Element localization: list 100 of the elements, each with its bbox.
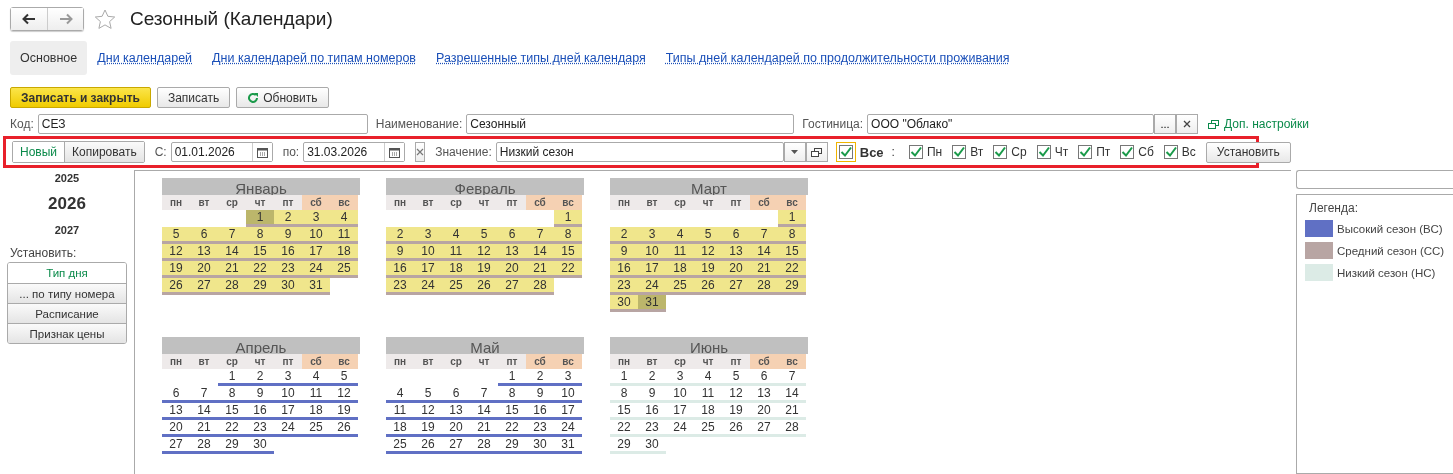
day-cell[interactable]: 2 bbox=[610, 227, 638, 244]
star-icon[interactable] bbox=[94, 8, 116, 30]
day-cell[interactable]: 3 bbox=[302, 210, 330, 227]
checkbox[interactable] bbox=[838, 145, 853, 159]
day-cell[interactable]: 24 bbox=[414, 278, 442, 295]
day-cell[interactable]: 11 bbox=[302, 386, 330, 403]
day-cell[interactable]: 2 bbox=[526, 369, 554, 386]
day-cell[interactable]: 21 bbox=[470, 420, 498, 437]
day-cell[interactable]: 17 bbox=[302, 244, 330, 261]
day-cell[interactable]: 9 bbox=[610, 244, 638, 261]
day-cell[interactable]: 16 bbox=[274, 244, 302, 261]
day-cell[interactable]: 2 bbox=[638, 369, 666, 386]
day-cell[interactable]: 28 bbox=[750, 278, 778, 295]
day-cell[interactable]: 12 bbox=[414, 403, 442, 420]
mode-button[interactable]: Признак цены bbox=[8, 323, 126, 343]
day-cell[interactable]: 20 bbox=[190, 261, 218, 278]
checkbox[interactable] bbox=[908, 145, 923, 159]
day-cell[interactable]: 7 bbox=[778, 369, 806, 386]
day-cell[interactable]: 15 bbox=[610, 403, 638, 420]
day-cell[interactable]: 6 bbox=[498, 227, 526, 244]
day-cell[interactable]: 18 bbox=[302, 403, 330, 420]
day-cell[interactable]: 27 bbox=[722, 278, 750, 295]
day-cell[interactable]: 22 bbox=[554, 261, 582, 278]
day-cell[interactable]: 31 bbox=[638, 295, 666, 312]
day-cell[interactable]: 27 bbox=[162, 437, 190, 454]
day-cell[interactable]: 12 bbox=[470, 244, 498, 261]
day-cell[interactable]: 17 bbox=[666, 403, 694, 420]
day-cell[interactable]: 1 bbox=[554, 210, 582, 227]
day-cell[interactable]: 7 bbox=[218, 227, 246, 244]
day-cell[interactable]: 26 bbox=[330, 420, 358, 437]
day-cell[interactable]: 4 bbox=[442, 227, 470, 244]
day-cell[interactable]: 13 bbox=[442, 403, 470, 420]
day-cell[interactable]: 10 bbox=[666, 386, 694, 403]
day-cell[interactable]: 15 bbox=[554, 244, 582, 261]
day-cell[interactable]: 20 bbox=[442, 420, 470, 437]
day-cell[interactable]: 22 bbox=[498, 420, 526, 437]
year-link[interactable]: 2027 bbox=[54, 224, 80, 236]
day-cell[interactable]: 15 bbox=[246, 244, 274, 261]
checkbox[interactable] bbox=[993, 145, 1008, 159]
day-cell[interactable]: 29 bbox=[498, 437, 526, 454]
day-cell[interactable]: 8 bbox=[778, 227, 806, 244]
day-cell[interactable]: 16 bbox=[386, 261, 414, 278]
day-cell[interactable]: 7 bbox=[526, 227, 554, 244]
day-cell[interactable]: 17 bbox=[274, 403, 302, 420]
day-cell[interactable]: 19 bbox=[162, 261, 190, 278]
day-cell[interactable]: 18 bbox=[694, 403, 722, 420]
extra-settings-link[interactable]: Доп. настройки bbox=[1208, 117, 1309, 131]
day-cell[interactable]: 8 bbox=[554, 227, 582, 244]
day-cell[interactable]: 20 bbox=[722, 261, 750, 278]
day-cell[interactable]: 16 bbox=[610, 261, 638, 278]
day-cell[interactable]: 31 bbox=[302, 278, 330, 295]
day-cell[interactable]: 24 bbox=[274, 420, 302, 437]
day-cell[interactable]: 30 bbox=[526, 437, 554, 454]
day-cell[interactable]: 5 bbox=[694, 227, 722, 244]
day-cell[interactable]: 21 bbox=[750, 261, 778, 278]
day-cell[interactable]: 30 bbox=[246, 437, 274, 454]
day-cell[interactable]: 23 bbox=[638, 420, 666, 437]
day-cell[interactable]: 30 bbox=[638, 437, 666, 454]
day-cell[interactable]: 9 bbox=[638, 386, 666, 403]
day-cell[interactable]: 1 bbox=[246, 210, 274, 227]
day-cell[interactable]: 24 bbox=[666, 420, 694, 437]
day-cell[interactable]: 28 bbox=[470, 437, 498, 454]
day-cell[interactable]: 13 bbox=[162, 403, 190, 420]
refresh-button[interactable]: Обновить bbox=[236, 87, 329, 108]
day-cell[interactable]: 14 bbox=[750, 244, 778, 261]
mode-button[interactable]: ... по типу номера bbox=[8, 283, 126, 303]
day-cell[interactable]: 20 bbox=[750, 403, 778, 420]
day-cell[interactable]: 25 bbox=[666, 278, 694, 295]
day-cell[interactable]: 8 bbox=[610, 386, 638, 403]
day-cell[interactable]: 12 bbox=[162, 244, 190, 261]
day-cell[interactable]: 4 bbox=[694, 369, 722, 386]
day-cell[interactable]: 4 bbox=[386, 386, 414, 403]
open-button[interactable] bbox=[805, 142, 828, 162]
day-cell[interactable]: 7 bbox=[190, 386, 218, 403]
day-cell[interactable]: 8 bbox=[498, 386, 526, 403]
day-cell[interactable]: 3 bbox=[414, 227, 442, 244]
checkbox[interactable] bbox=[1120, 145, 1135, 159]
day-cell[interactable]: 23 bbox=[246, 420, 274, 437]
day-cell[interactable]: 16 bbox=[246, 403, 274, 420]
dropdown-button[interactable] bbox=[783, 142, 806, 162]
day-cell[interactable]: 14 bbox=[778, 386, 806, 403]
day-cell[interactable]: 14 bbox=[190, 403, 218, 420]
day-cell[interactable]: 14 bbox=[526, 244, 554, 261]
checkbox[interactable] bbox=[1036, 145, 1051, 159]
day-cell[interactable]: 21 bbox=[778, 403, 806, 420]
day-cell[interactable]: 17 bbox=[554, 403, 582, 420]
day-cell[interactable]: 14 bbox=[218, 244, 246, 261]
day-cell[interactable]: 5 bbox=[470, 227, 498, 244]
tab[interactable]: Разрешенные типы дней календаря bbox=[426, 41, 656, 75]
day-cell[interactable]: 25 bbox=[330, 261, 358, 278]
day-cell[interactable]: 20 bbox=[162, 420, 190, 437]
day-cell[interactable]: 25 bbox=[302, 420, 330, 437]
day-cell[interactable]: 13 bbox=[722, 244, 750, 261]
clear-button[interactable] bbox=[1176, 114, 1199, 134]
day-cell[interactable]: 21 bbox=[218, 261, 246, 278]
day-cell[interactable]: 27 bbox=[442, 437, 470, 454]
day-cell[interactable]: 2 bbox=[246, 369, 274, 386]
tab[interactable]: Дни календарей по типам номеров bbox=[202, 41, 426, 75]
day-cell[interactable]: 11 bbox=[386, 403, 414, 420]
date-field[interactable]: 31.03.2026 bbox=[303, 142, 406, 162]
